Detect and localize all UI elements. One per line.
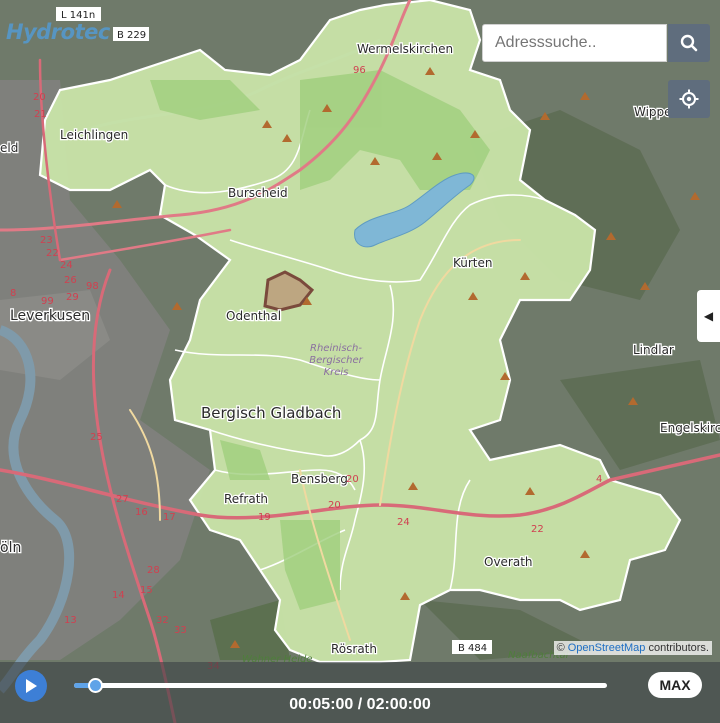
road-number: 22 — [46, 248, 59, 259]
road-number: 98 — [86, 281, 99, 292]
road-number: 13 — [64, 615, 77, 626]
timeline-slider[interactable] — [74, 678, 607, 693]
label-bensberg: Bensberg — [291, 472, 348, 486]
label-roesrath: Rösrath — [331, 642, 377, 656]
openstreetmap-link[interactable]: OpenStreetMap — [568, 642, 646, 654]
search-icon — [680, 34, 698, 52]
road-number: 22 — [531, 524, 544, 535]
road-number: 25 — [90, 432, 103, 443]
timeline-player: 00:05:00 / 02:00:00 MAX — [0, 662, 720, 723]
label-burscheid: Burscheid — [228, 186, 288, 200]
road-number: 4 — [596, 474, 602, 485]
attribution-prefix: © — [556, 642, 568, 654]
attribution-suffix: contributors. — [645, 642, 709, 654]
region-label-line-3: Kreis — [324, 367, 349, 378]
address-search-input[interactable] — [482, 24, 667, 62]
road-number: 14 — [112, 590, 125, 601]
total-time: 02:00:00 — [366, 696, 431, 713]
road-b229: B 229 — [117, 30, 146, 41]
region-label-line-2: Bergischer — [309, 355, 363, 366]
road-number: 17 — [163, 512, 176, 523]
search-button[interactable] — [668, 24, 710, 62]
road-number: 26 — [64, 275, 77, 286]
current-time: 00:05:00 — [289, 696, 354, 713]
road-number: 33 — [174, 625, 187, 636]
road-number: 27 — [116, 494, 129, 505]
road-number: 24 — [60, 260, 73, 271]
time-readout: 00:05:00 / 02:00:00 — [0, 696, 720, 714]
label-bergisch-gladbach: Bergisch Gladbach — [201, 404, 341, 422]
road-number: 29 — [66, 292, 79, 303]
road-number: 99 — [41, 296, 54, 307]
label-lindlar: Lindlar — [633, 343, 674, 357]
label-overath: Overath — [484, 555, 533, 569]
map-canvas[interactable]: Wermelskirchen Leichlingen Burscheid Kür… — [0, 0, 720, 723]
road-number: 96 — [353, 65, 366, 76]
road-number: 19 — [258, 512, 271, 523]
label-engelskirchen: Engelskirch — [660, 421, 720, 435]
road-number: 20 — [33, 92, 46, 103]
crosshair-icon — [679, 89, 699, 109]
road-number: 8 — [10, 288, 16, 299]
app-logo: Hydrotec — [6, 20, 110, 44]
timeline-slider-thumb[interactable] — [88, 678, 104, 693]
road-number: 24 — [397, 517, 410, 528]
road-number: 16 — [135, 507, 148, 518]
locate-button[interactable] — [668, 80, 710, 118]
label-wipperfuerth: Wippe — [634, 105, 672, 119]
label-wermelskirchen: Wermelskirchen — [357, 42, 453, 56]
map-attribution: © OpenStreetMap contributors. — [553, 641, 712, 655]
sidebar-toggle-button[interactable]: ◀ — [697, 290, 720, 342]
road-number: 23 — [40, 235, 53, 246]
max-button[interactable]: MAX — [648, 672, 702, 698]
road-number: 32 — [156, 615, 169, 626]
play-icon — [26, 679, 37, 693]
time-separator: / — [353, 696, 367, 713]
road-b484: B 484 — [458, 643, 487, 654]
label-koeln: öln — [0, 540, 21, 556]
label-leichlingen: Leichlingen — [60, 128, 128, 142]
region-label-line-1: Rheinisch- — [310, 343, 362, 354]
road-number: 20 — [328, 500, 341, 511]
label-odenthal: Odenthal — [226, 309, 281, 323]
road-number: 28 — [147, 565, 160, 576]
label-solingen-edge: eld — [0, 141, 18, 155]
label-leverkusen: Leverkusen — [10, 308, 90, 324]
caret-left-icon: ◀ — [703, 309, 714, 323]
road-number: 21 — [34, 109, 47, 120]
label-refrath: Refrath — [224, 492, 268, 506]
label-kuerten: Kürten — [453, 256, 493, 270]
road-number: 20 — [346, 474, 359, 485]
road-number: 15 — [140, 585, 153, 596]
